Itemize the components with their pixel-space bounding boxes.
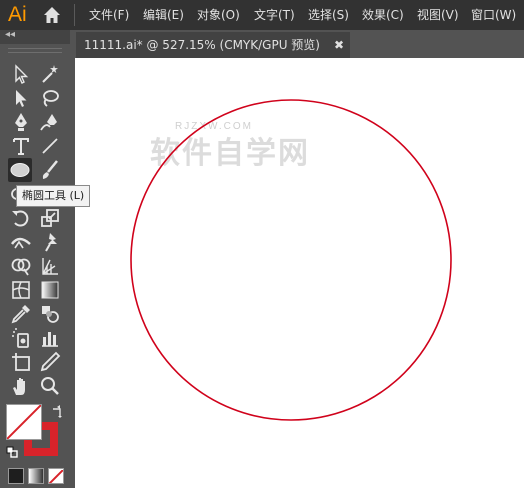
- lasso-tool-icon[interactable]: [38, 86, 62, 110]
- perspective-grid-tool-icon[interactable]: [38, 254, 62, 278]
- none-icon: [49, 469, 63, 483]
- eyedropper-tool-icon[interactable]: [9, 302, 33, 326]
- menu-select[interactable]: 选择(S): [308, 0, 349, 30]
- magic-wand-tool-icon[interactable]: [38, 62, 62, 86]
- collapse-panel-icon[interactable]: ◂◂: [5, 29, 15, 40]
- shape-builder-tool-icon[interactable]: [9, 254, 33, 278]
- artboard-tool-icon[interactable]: [9, 350, 33, 374]
- color-mode-button[interactable]: [8, 468, 24, 484]
- swap-fill-stroke-icon[interactable]: [50, 405, 64, 419]
- document-tab-title: 11111.ai* @ 527.15% (CMYK/GPU 预览): [84, 38, 320, 52]
- menu-effect[interactable]: 效果(C): [362, 0, 404, 30]
- home-icon[interactable]: [42, 5, 62, 25]
- menu-view[interactable]: 视图(V): [417, 0, 459, 30]
- paintbrush-tool-icon[interactable]: [38, 158, 62, 182]
- none-mode-button[interactable]: [48, 468, 64, 484]
- menu-bar: Ai 文件(F) 编辑(E) 对象(O) 文字(T) 选择(S) 效果(C) 视…: [0, 0, 524, 30]
- panel-grip[interactable]: [8, 48, 62, 53]
- rotate-tool-icon[interactable]: [9, 206, 33, 230]
- app-logo: Ai: [8, 3, 27, 26]
- hand-tool-icon[interactable]: [9, 374, 33, 398]
- menu-file[interactable]: 文件(F): [89, 0, 129, 30]
- menu-edit[interactable]: 编辑(E): [143, 0, 184, 30]
- menu-type[interactable]: 文字(T): [254, 0, 295, 30]
- puppet-warp-tool-icon[interactable]: [38, 230, 62, 254]
- menu-window[interactable]: 窗口(W): [471, 0, 516, 30]
- column-graph-tool-icon[interactable]: [38, 326, 62, 350]
- ellipse-tool-icon[interactable]: [8, 158, 32, 182]
- document-tab[interactable]: 11111.ai* @ 527.15% (CMYK/GPU 预览) ✖: [76, 32, 350, 58]
- circle-artwork[interactable]: [75, 58, 524, 488]
- mesh-tool-icon[interactable]: [9, 278, 33, 302]
- type-tool-icon[interactable]: [9, 134, 33, 158]
- pen-tool-icon[interactable]: [9, 110, 33, 134]
- tools-panel-header[interactable]: ◂◂: [0, 29, 70, 44]
- gradient-tool-icon[interactable]: [38, 278, 62, 302]
- slice-tool-icon[interactable]: [38, 350, 62, 374]
- scale-tool-icon[interactable]: [38, 206, 62, 230]
- symbol-sprayer-tool-icon[interactable]: [9, 326, 33, 350]
- width-tool-icon[interactable]: [9, 230, 33, 254]
- artboard-canvas[interactable]: 软件自学网 RJZXW.COM: [75, 58, 524, 488]
- blend-tool-icon[interactable]: [38, 302, 62, 326]
- selection-tool-icon[interactable]: [9, 62, 33, 86]
- gradient-mode-button[interactable]: [28, 468, 44, 484]
- fill-swatch[interactable]: [6, 404, 42, 440]
- direct-selection-tool-icon[interactable]: [9, 86, 33, 110]
- close-tab-icon[interactable]: ✖: [334, 32, 344, 58]
- ellipse-tool-tooltip: 椭圆工具 (L): [16, 185, 91, 207]
- line-segment-tool-icon[interactable]: [38, 134, 62, 158]
- default-fill-stroke-icon[interactable]: [6, 446, 18, 458]
- none-fill-icon: [7, 405, 41, 439]
- document-tab-bar: 11111.ai* @ 527.15% (CMYK/GPU 预览) ✖: [70, 30, 524, 58]
- curvature-tool-icon[interactable]: [38, 110, 62, 134]
- zoom-tool-icon[interactable]: [38, 374, 62, 398]
- menu-separator: [74, 4, 75, 26]
- menu-object[interactable]: 对象(O): [197, 0, 240, 30]
